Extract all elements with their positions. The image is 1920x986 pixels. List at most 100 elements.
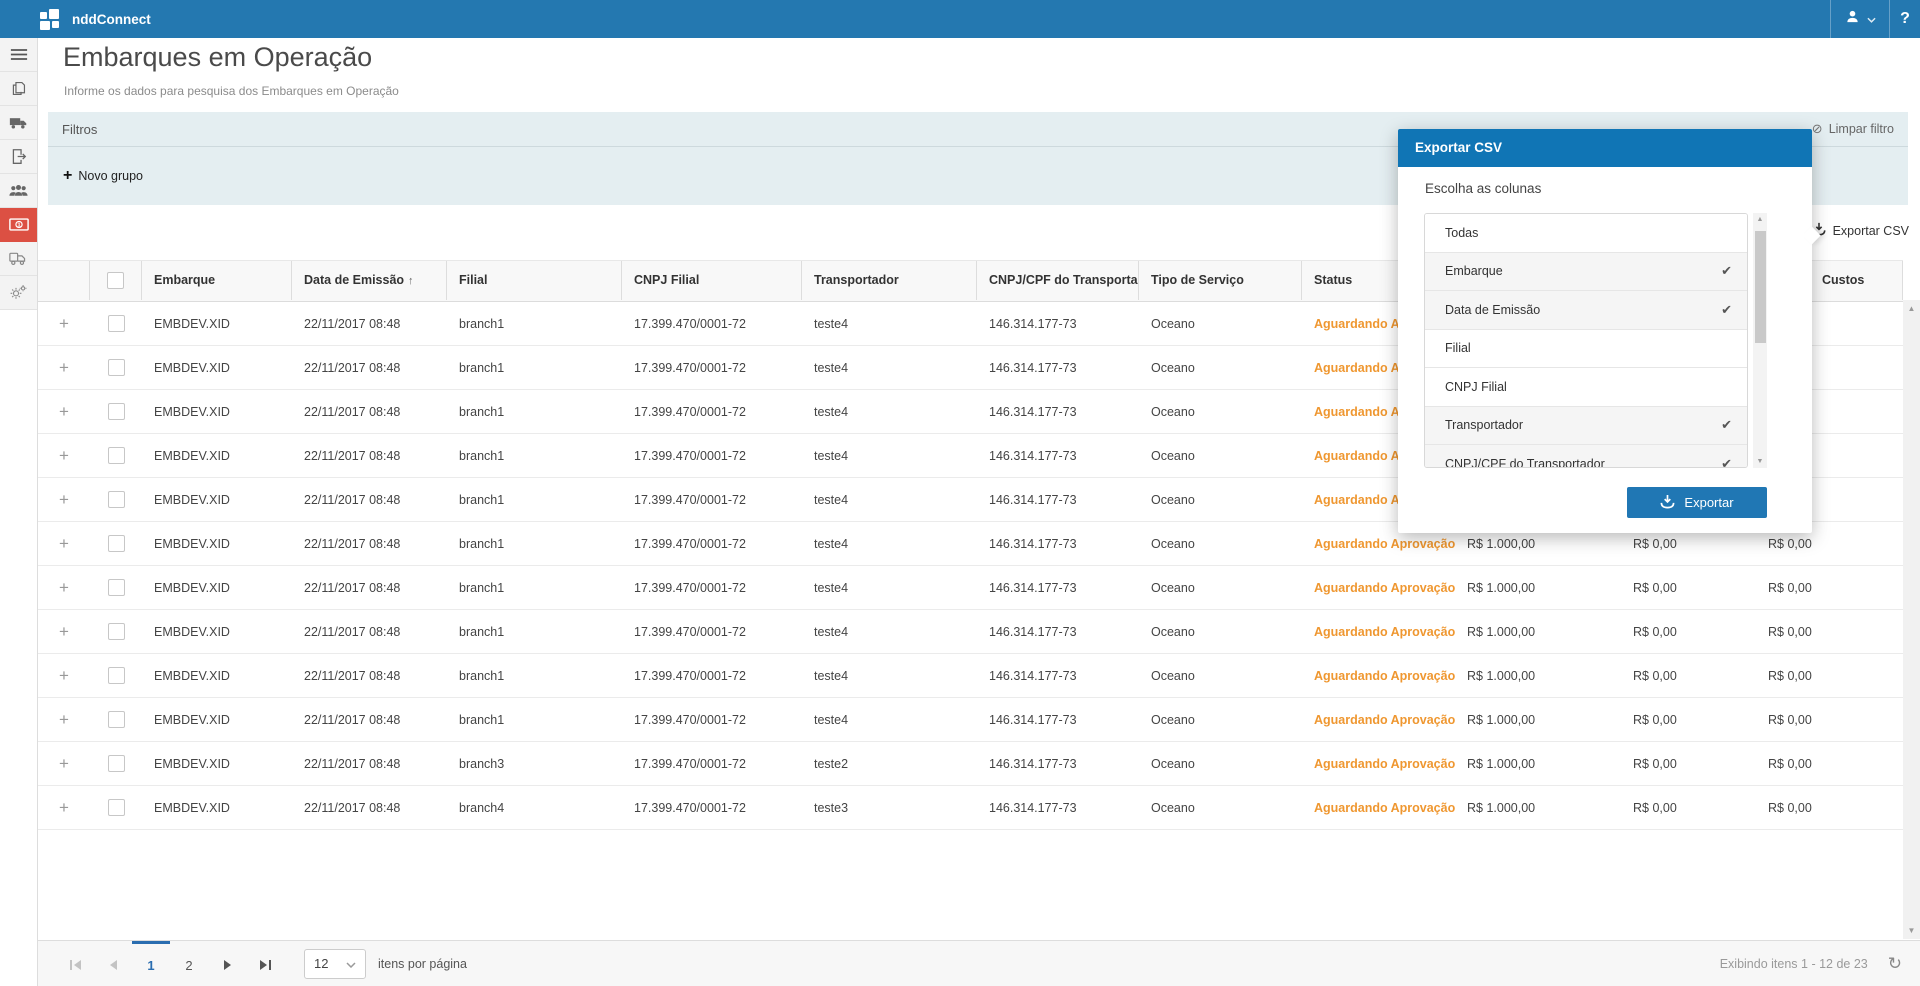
column-option[interactable]: Todas ✔ <box>1425 214 1747 253</box>
row-checkbox[interactable] <box>108 579 125 596</box>
row-checkbox-cell <box>90 359 142 376</box>
money-icon[interactable]: 1 <box>0 208 37 242</box>
scroll-up-icon[interactable]: ▲ <box>1908 304 1916 313</box>
header-cnpj-filial[interactable]: CNPJ Filial <box>622 261 802 300</box>
sort-ascending-icon: ↑ <box>408 275 414 287</box>
row-checkbox[interactable] <box>108 711 125 728</box>
header-transportador[interactable]: Transportador <box>802 261 977 300</box>
cell-filial: branch4 <box>447 801 622 815</box>
cell-tipo-servico: Oceano <box>1139 625 1302 639</box>
table-row: + EMBDEV.XID 22/11/2017 08:48 branch1 17… <box>38 566 1903 610</box>
page-size-select[interactable]: 12 <box>304 949 366 979</box>
row-checkbox[interactable] <box>108 667 125 684</box>
scroll-down-icon[interactable]: ▼ <box>1908 926 1916 935</box>
column-option[interactable]: Embarque ✔ <box>1425 253 1747 292</box>
column-option[interactable]: CNPJ/CPF do Transportador ✔ <box>1425 445 1747 468</box>
expand-row-button[interactable]: + <box>38 359 90 376</box>
users-icon[interactable] <box>0 174 37 208</box>
pagination-bar: 1 2 12 itens por página Exibindo itens 1… <box>38 940 1920 986</box>
cell-status: Aguardando Aprovação <box>1302 581 1455 595</box>
cell-valor-1: R$ 1.000,00 <box>1455 537 1621 551</box>
header-embarque[interactable]: Embarque <box>142 261 292 300</box>
row-checkbox[interactable] <box>108 315 125 332</box>
cell-valor-1: R$ 1.000,00 <box>1455 713 1621 727</box>
column-option[interactable]: Data de Emissão ✔ <box>1425 291 1747 330</box>
header-tipo-servico[interactable]: Tipo de Serviço <box>1139 261 1302 300</box>
vertical-scrollbar[interactable]: ▲ ▼ <box>1903 300 1920 939</box>
column-option[interactable]: Filial ✔ <box>1425 330 1747 369</box>
chevron-down-icon <box>1867 10 1876 28</box>
row-checkbox[interactable] <box>108 755 125 772</box>
scroll-down-icon[interactable]: ▼ <box>1757 458 1764 465</box>
clear-filter-button[interactable]: ⊘ Limpar filtro <box>1812 121 1894 137</box>
gears-icon[interactable] <box>0 276 37 310</box>
expand-row-button[interactable]: + <box>38 315 90 332</box>
next-page-button[interactable] <box>208 941 246 986</box>
row-checkbox[interactable] <box>108 799 125 816</box>
page-1-button[interactable]: 1 <box>132 941 170 986</box>
expand-row-button[interactable]: + <box>38 403 90 420</box>
expand-row-button[interactable]: + <box>38 447 90 464</box>
brand-name: nddConnect <box>72 12 151 27</box>
user-menu-button[interactable] <box>1830 0 1889 38</box>
export-csv-link[interactable]: Exportar CSV <box>1812 222 1909 239</box>
cell-cnpj-filial: 17.399.470/0001-72 <box>622 669 802 683</box>
row-checkbox[interactable] <box>108 491 125 508</box>
cell-data-emissao: 22/11/2017 08:48 <box>292 405 447 419</box>
last-page-button[interactable] <box>246 941 284 986</box>
select-all-checkbox[interactable] <box>107 272 124 289</box>
documents-icon[interactable] <box>0 72 37 106</box>
header-cnpj-cpf-transportador[interactable]: CNPJ/CPF do Transportador <box>977 261 1139 300</box>
header-filial[interactable]: Filial <box>447 261 622 300</box>
topbar-actions: ? <box>1830 0 1920 38</box>
header-data-emissao[interactable]: Data de Emissão↑ <box>292 261 447 300</box>
chevron-down-icon <box>346 956 356 971</box>
cell-transportador: teste2 <box>802 757 977 771</box>
cell-tipo-servico: Oceano <box>1139 669 1302 683</box>
scroll-up-icon[interactable]: ▲ <box>1757 216 1764 223</box>
cell-status: Aguardando Aprovação <box>1302 625 1455 639</box>
row-checkbox[interactable] <box>108 623 125 640</box>
expand-row-button[interactable]: + <box>38 623 90 640</box>
truck-icon[interactable] <box>0 106 37 140</box>
help-button[interactable]: ? <box>1889 0 1920 38</box>
check-icon: ✔ <box>1721 302 1732 318</box>
expand-row-button[interactable]: + <box>38 667 90 684</box>
hamburger-menu-icon[interactable] <box>0 38 37 72</box>
cell-transportador: teste4 <box>802 581 977 595</box>
column-option[interactable]: Transportador ✔ <box>1425 407 1747 446</box>
cell-filial: branch1 <box>447 361 622 375</box>
plus-icon: + <box>59 755 69 772</box>
expand-row-button[interactable]: + <box>38 535 90 552</box>
row-checkbox[interactable] <box>108 403 125 420</box>
first-page-button[interactable] <box>56 941 94 986</box>
cell-cnpj-cpf-transportador: 146.314.177-73 <box>977 757 1139 771</box>
clear-filter-icon: ⊘ <box>1812 121 1823 137</box>
column-option[interactable]: CNPJ Filial ✔ <box>1425 368 1747 407</box>
expand-row-button[interactable]: + <box>38 711 90 728</box>
previous-page-button[interactable] <box>94 941 132 986</box>
expand-row-button[interactable]: + <box>38 579 90 596</box>
refresh-icon[interactable]: ↻ <box>1888 954 1902 974</box>
column-option-label: Embarque <box>1445 264 1503 278</box>
modal-scrollbar-thumb[interactable] <box>1755 231 1766 343</box>
cell-cnpj-filial: 17.399.470/0001-72 <box>622 493 802 507</box>
delivery-truck-icon[interactable] <box>0 242 37 276</box>
column-options-list: Todas ✔ Embarque ✔ Data de Emissão ✔ Fil… <box>1424 213 1748 468</box>
export-button[interactable]: Exportar <box>1627 487 1767 518</box>
cell-data-emissao: 22/11/2017 08:48 <box>292 713 447 727</box>
row-checkbox[interactable] <box>108 359 125 376</box>
column-option-label: CNPJ/CPF do Transportador <box>1445 457 1605 468</box>
expand-row-button[interactable]: + <box>38 491 90 508</box>
expand-row-button[interactable]: + <box>38 799 90 816</box>
cell-data-emissao: 22/11/2017 08:48 <box>292 757 447 771</box>
page-2-button[interactable]: 2 <box>170 941 208 986</box>
row-checkbox[interactable] <box>108 535 125 552</box>
plus-icon: + <box>59 579 69 596</box>
column-option-label: Data de Emissão <box>1445 303 1540 317</box>
new-group-button[interactable]: + Novo grupo <box>63 168 143 184</box>
first-page-icon <box>74 960 81 970</box>
row-checkbox[interactable] <box>108 447 125 464</box>
file-export-icon[interactable] <box>0 140 37 174</box>
expand-row-button[interactable]: + <box>38 755 90 772</box>
